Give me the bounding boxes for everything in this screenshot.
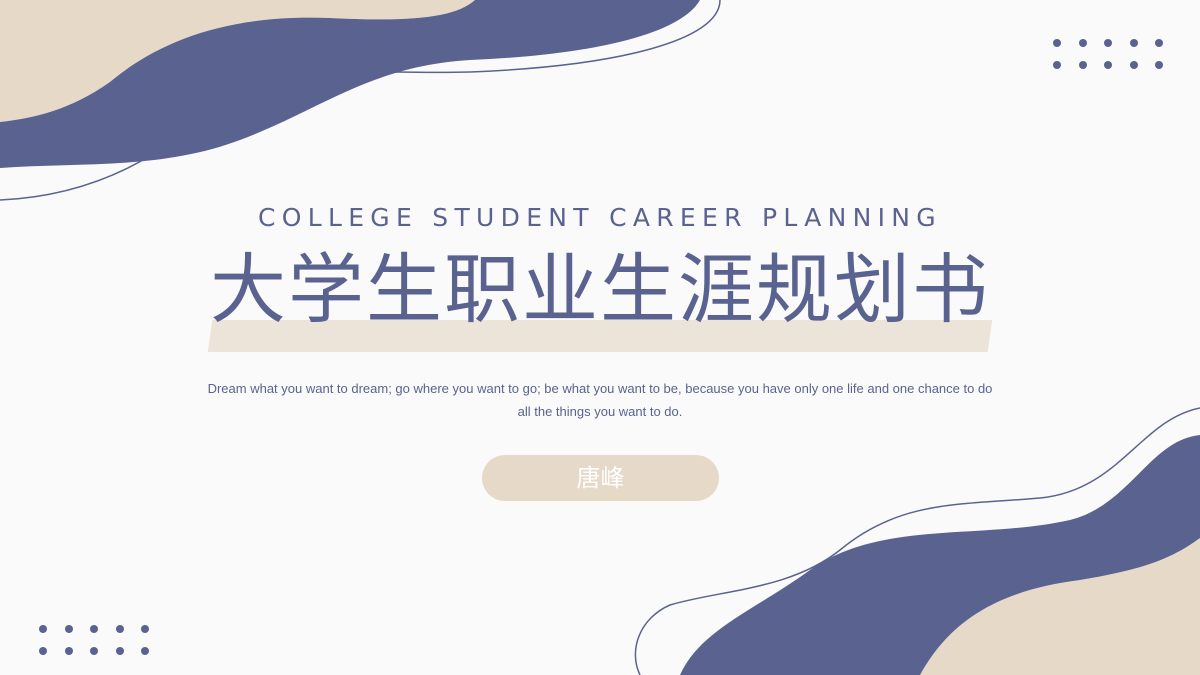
decorative-dots-top-right (1053, 39, 1163, 69)
english-subtitle: COLLEGE STUDENT CAREER PLANNING (258, 203, 942, 232)
motto-quote: Dream what you want to dream; go where y… (207, 381, 993, 419)
page-title: 大学生职业生涯规划书 (210, 245, 990, 334)
slide-canvas: COLLEGE STUDENT CAREER PLANNING 大学生职业生涯规… (0, 0, 1200, 675)
decorative-dots-bottom-left (39, 625, 149, 655)
author-name-button[interactable]: 唐峰 (482, 455, 719, 501)
